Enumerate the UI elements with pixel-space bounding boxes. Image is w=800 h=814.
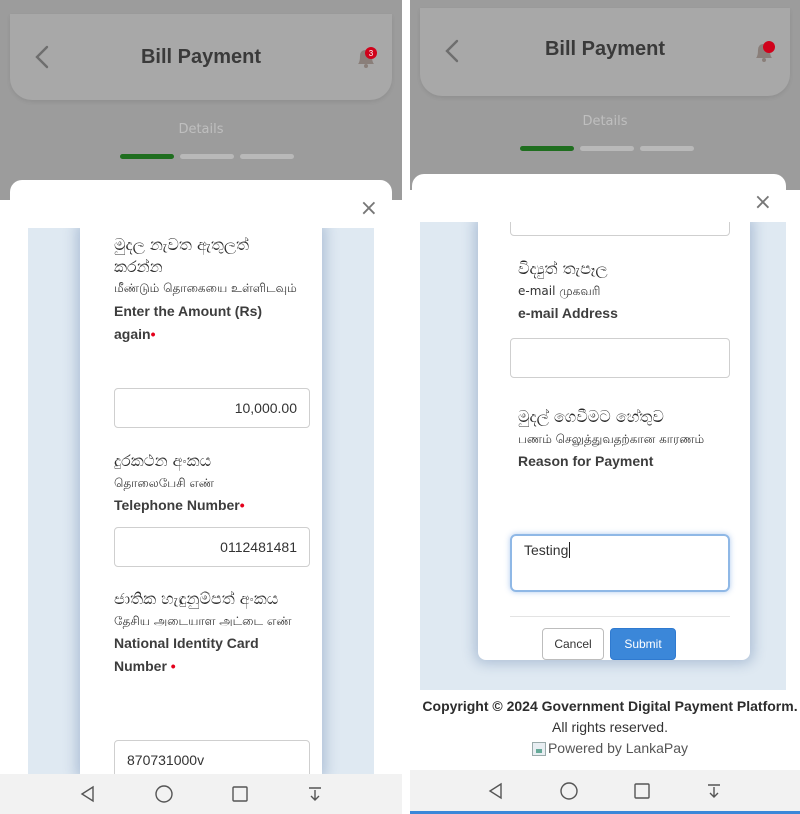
- step-progress: [520, 146, 694, 151]
- email-label-si: විද්‍යුත් තැපෑල: [518, 259, 608, 278]
- divider: [510, 616, 730, 617]
- nic-label-ta: தேசிய அடையாள அட்டை எண்: [114, 613, 292, 628]
- step-2-indicator: [580, 146, 634, 151]
- step-progress: [120, 154, 294, 159]
- nav-home-icon[interactable]: [154, 784, 174, 804]
- amount-again-label: මුදල නැවත ඇතුලත් කරන්න மீண்டும் தொகையை உ…: [114, 234, 300, 346]
- step-1-indicator: [520, 146, 574, 151]
- reason-label-en: Reason for Payment: [518, 453, 654, 470]
- amount-again-input[interactable]: 10,000.00: [114, 388, 310, 428]
- cancel-button[interactable]: Cancel: [542, 628, 604, 660]
- modal-sheet: × මුදල නැවත ඇතුලත් කරන්න மீண்டும் தொகையை…: [10, 180, 392, 774]
- step-3-indicator: [640, 146, 694, 151]
- step-2-indicator: [180, 154, 234, 159]
- page-title: Bill Payment: [544, 38, 666, 60]
- telephone-label-ta: தொலைபேசி எண்: [114, 475, 215, 490]
- email-label-ta: e-mail முகவரி: [518, 283, 601, 298]
- step-label: Details: [178, 122, 224, 137]
- nav-notification-pull-icon[interactable]: [705, 782, 723, 800]
- nic-input[interactable]: 870731000v: [114, 740, 310, 774]
- screen-left: Bill Payment 3 Details × මුදල නැවත ඇතුලත…: [0, 0, 402, 814]
- close-icon[interactable]: ×: [360, 198, 378, 220]
- app-bar: Bill Payment 3: [10, 14, 392, 100]
- reason-value: Testing: [524, 542, 569, 558]
- app-bar: Bill Payment: [420, 8, 790, 96]
- bell-icon: [756, 41, 775, 62]
- nav-home-icon[interactable]: [559, 781, 579, 801]
- amount-again-label-si: මුදල නැවත ඇතුලත් කරන්න: [114, 235, 250, 276]
- nic-label-si: ජාතික හැඳුනුම්පත් අංකය: [114, 589, 279, 608]
- nav-back-icon[interactable]: [487, 782, 505, 800]
- notification-button[interactable]: [750, 38, 778, 66]
- form-card: මුදල නැවත ඇතුලත් කරන්න மீண்டும் தொகையை உ…: [80, 228, 322, 774]
- telephone-label: දුරකථන අංකය தொலைபேசி எண் Telephone Numbe…: [114, 450, 300, 517]
- nav-notification-pull-icon[interactable]: [306, 785, 324, 803]
- modal-sheet: × විද්‍යුත් තැපෑල e-mail முகவரி e-mail A…: [412, 174, 786, 694]
- required-mark: •: [150, 326, 156, 343]
- reason-label-si: මුදල් ගෙවීමට හේතුව: [518, 407, 664, 426]
- required-mark: •: [170, 658, 176, 675]
- bell-icon: 3: [358, 47, 377, 68]
- reason-label-ta: பணம் செலுத்துவதற்கான காரணம்: [518, 431, 705, 446]
- form-frame: විද්‍යුත් තැපෑල e-mail முகவரி e-mail Add…: [420, 222, 786, 690]
- powered-by-alt-text: Powered by LankaPay: [547, 740, 689, 756]
- form-frame: මුදල නැවත ඇතුලත් කරන්න மீண்டும் தொகையை உ…: [28, 228, 374, 774]
- step-label: Details: [582, 114, 628, 129]
- screen-right: Bill Payment Details × විද්‍යුත් තැපෑල: [410, 0, 800, 814]
- reason-textarea[interactable]: Testing: [510, 534, 730, 592]
- dimmed-header-area: Bill Payment Details: [410, 0, 800, 190]
- copyright-text: Copyright © 2024 Government Digital Paym…: [422, 698, 798, 735]
- telephone-input[interactable]: 0112481481: [114, 527, 310, 567]
- page-title: Bill Payment: [140, 46, 262, 68]
- form-card: විද්‍යුත් තැපෑල e-mail முகவரி e-mail Add…: [478, 222, 750, 660]
- nav-back-icon[interactable]: [79, 785, 97, 803]
- notification-count: 3: [369, 49, 374, 58]
- close-icon[interactable]: ×: [754, 192, 772, 214]
- page-footer: Copyright © 2024 Government Digital Paym…: [420, 696, 800, 762]
- nic-label-en: National Identity Card Number •: [114, 635, 259, 675]
- email-input[interactable]: [510, 338, 730, 378]
- step-3-indicator: [240, 154, 294, 159]
- required-mark: •: [239, 497, 245, 514]
- email-label-en: e-mail Address: [518, 305, 618, 322]
- nav-recents-icon[interactable]: [633, 782, 651, 800]
- previous-input-partial[interactable]: [510, 222, 730, 236]
- text-caret: [569, 542, 571, 558]
- amount-again-label-en: Enter the Amount (Rs) again•: [114, 302, 263, 343]
- telephone-label-si: දුරකථන අංකය: [114, 451, 212, 470]
- nav-recents-icon[interactable]: [231, 785, 249, 803]
- submit-button[interactable]: Submit: [610, 628, 676, 660]
- step-1-indicator: [120, 154, 174, 159]
- android-nav-bar: [0, 774, 402, 814]
- telephone-label-en: Telephone Number•: [114, 497, 245, 514]
- amount-again-label-ta: மீண்டும் தொகையை உள்ளிடவும்: [114, 281, 297, 296]
- android-nav-bar: [410, 770, 800, 814]
- reason-label: මුදල් ගෙවීමට හේතුව பணம் செலுத்துவதற்கான …: [518, 406, 740, 473]
- powered-by-image: Powered by LankaPay: [531, 738, 689, 759]
- dimmed-header-area: Bill Payment 3 Details: [0, 0, 402, 200]
- email-label: විද්‍යුත් තැපෑල e-mail முகவரி e-mail Add…: [518, 258, 740, 325]
- nic-label: ජාතික හැඳුනුම්පත් අංකය தேசிய அடையாள அட்ட…: [114, 588, 300, 679]
- notification-button[interactable]: 3: [352, 44, 380, 72]
- broken-image-icon: [531, 741, 546, 756]
